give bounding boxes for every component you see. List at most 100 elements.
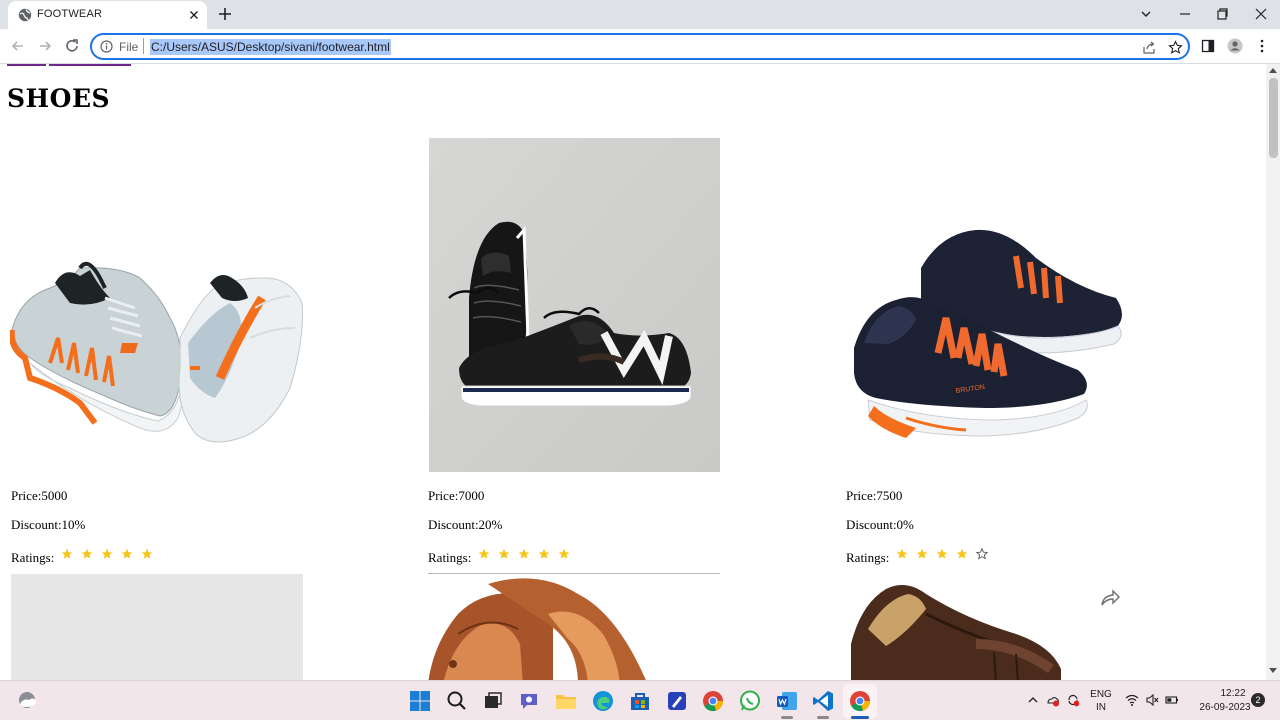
info-icon[interactable]: [100, 40, 113, 53]
weather-widget-icon[interactable]: [14, 688, 40, 714]
running-indicator: [817, 716, 829, 719]
chevron-up-icon[interactable]: [1026, 693, 1040, 707]
restore-icon[interactable]: [1213, 5, 1231, 23]
edge-browser-icon[interactable]: [590, 688, 616, 714]
pen-app-icon[interactable]: [664, 688, 690, 714]
kebab-menu-icon[interactable]: [1254, 38, 1270, 54]
teams-chat-icon[interactable]: [517, 688, 543, 714]
product-discount: Discount:0%: [846, 517, 914, 532]
bookmark-star-icon[interactable]: [1168, 40, 1183, 55]
word-icon[interactable]: [774, 688, 800, 714]
star-filled-icon: [896, 548, 908, 559]
file-explorer-icon[interactable]: [553, 688, 579, 714]
scroll-up-arrow[interactable]: [1269, 68, 1277, 73]
chrome-active-icon[interactable]: [847, 688, 873, 714]
battery-icon[interactable]: [1165, 693, 1179, 707]
whatsapp-icon[interactable]: [737, 688, 763, 714]
star-filled-icon: [81, 548, 93, 559]
star-filled-icon: [498, 548, 510, 559]
ratings-label: Ratings:: [11, 550, 55, 565]
star-filled-icon: [61, 548, 73, 559]
clock-time[interactable]: 12:22: [1212, 688, 1254, 699]
vscode-icon[interactable]: [810, 688, 836, 714]
browser-tab[interactable]: FOOTWEAR: [8, 1, 207, 29]
star-filled-icon: [916, 548, 928, 559]
notification-badge[interactable]: 2: [1251, 693, 1265, 707]
product-price: Price:5000: [11, 488, 68, 503]
share-arrow-icon[interactable]: [1099, 587, 1121, 609]
star-filled-icon: [558, 548, 570, 559]
scroll-down-arrow[interactable]: [1269, 668, 1277, 673]
product-image-brown-sandals: [428, 573, 720, 680]
ratings-label: Ratings:: [428, 550, 472, 565]
language-indicator[interactable]: ENG: [1090, 689, 1112, 700]
page-scrollbar[interactable]: [1266, 64, 1280, 680]
ratings-label: Ratings:: [846, 550, 890, 565]
reload-icon[interactable]: [63, 37, 81, 55]
back-arrow-icon[interactable]: [9, 37, 27, 55]
close-tab-icon[interactable]: [186, 7, 202, 23]
chrome-icon[interactable]: [700, 688, 726, 714]
star-filled-icon: [101, 548, 113, 559]
sandal-illustration: [428, 574, 720, 680]
star-filled-icon: [956, 548, 968, 559]
product-image-black-sneakers: [429, 138, 720, 472]
star-outline-icon: [976, 548, 988, 560]
product-image-placeholder: [11, 574, 303, 680]
sneaker-illustration: BRUTON: [846, 138, 1138, 472]
sneaker-illustration: [10, 138, 304, 472]
url-text[interactable]: C:/Users/ASUS/Desktop/sivani/footwear.ht…: [150, 39, 391, 55]
close-window-icon[interactable]: [1252, 5, 1270, 23]
star-filled-icon: [141, 548, 153, 559]
windows-taskbar: ENG IN 12:22 26-09-2023 2: [0, 680, 1280, 720]
product-discount: Discount:20%: [428, 517, 503, 532]
minimize-icon[interactable]: [1176, 5, 1194, 23]
star-filled-icon: [936, 548, 948, 559]
onedrive-icon[interactable]: [1046, 693, 1060, 707]
microsoft-store-icon[interactable]: [627, 688, 653, 714]
product-price: Price:7000: [428, 488, 485, 503]
tab-strip: FOOTWEAR: [0, 0, 1280, 29]
product-image-navy-sneakers: BRUTON: [846, 138, 1138, 472]
clock-date[interactable]: 26-09-2023: [1197, 702, 1253, 713]
region-indicator: IN: [1096, 702, 1106, 713]
star-filled-icon: [478, 548, 490, 559]
product-discount: Discount:10%: [11, 517, 86, 532]
product-price: Price:7500: [846, 488, 903, 503]
nav-underline: [7, 64, 46, 66]
page-title: SHOES: [7, 84, 111, 113]
tab-search-icon[interactable]: [1137, 5, 1155, 23]
url-divider: [143, 38, 144, 54]
globe-icon: [18, 8, 32, 22]
star-filled-icon: [518, 548, 530, 559]
loafer-illustration: [846, 574, 1136, 680]
search-icon[interactable]: [444, 688, 470, 714]
share-icon[interactable]: [1142, 40, 1157, 55]
browser-toolbar: File C:/Users/ASUS/Desktop/sivani/footwe…: [0, 29, 1280, 64]
task-view-icon[interactable]: [480, 688, 506, 714]
address-bar[interactable]: File C:/Users/ASUS/Desktop/sivani/footwe…: [90, 33, 1190, 60]
rating-stars: [478, 548, 578, 562]
sneaker-illustration: [429, 138, 720, 472]
rating-stars: [61, 548, 161, 562]
tab-title: FOOTWEAR: [37, 8, 103, 20]
sync-icon[interactable]: [1066, 693, 1080, 707]
nav-underline: [49, 64, 131, 66]
running-indicator: [781, 716, 793, 719]
star-filled-icon: [121, 548, 133, 559]
rating-stars: [896, 548, 996, 562]
product-image-brown-loafers: [846, 574, 1136, 680]
side-panel-icon[interactable]: [1200, 38, 1216, 54]
active-indicator: [851, 716, 869, 719]
start-windows-icon[interactable]: [407, 688, 433, 714]
url-scheme-label: File: [119, 40, 139, 54]
page-viewport: SHOES BRUTON Price:5000 Discount:10% Rat…: [0, 64, 1266, 680]
scroll-thumb[interactable]: [1269, 78, 1278, 158]
star-filled-icon: [538, 548, 550, 559]
wifi-icon[interactable]: [1125, 693, 1139, 707]
new-tab-icon[interactable]: [216, 5, 234, 23]
product-image-grey-sneakers: [10, 138, 304, 472]
profile-avatar-icon[interactable]: [1227, 38, 1243, 54]
speaker-muted-icon[interactable]: [1145, 693, 1159, 707]
forward-arrow-icon[interactable]: [36, 37, 54, 55]
